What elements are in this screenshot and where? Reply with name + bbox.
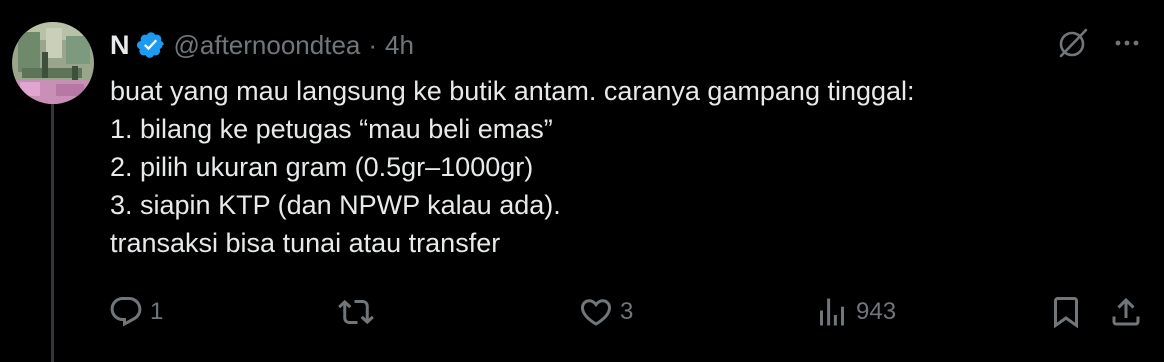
separator-dot: · xyxy=(368,29,378,60)
bookmark-button[interactable] xyxy=(1048,290,1084,334)
tweet-text-line: 3. siapin KTP (dan NPWP kalau ada). xyxy=(110,190,561,220)
share-button[interactable] xyxy=(1108,290,1144,334)
reply-icon xyxy=(110,297,142,327)
tweet-text-line: 1. bilang ke petugas “mau beli emas” xyxy=(110,114,553,144)
author-handle[interactable]: @afternoondtea xyxy=(174,30,361,61)
heart-icon xyxy=(580,299,612,326)
more-icon[interactable] xyxy=(1112,28,1142,63)
like-count: 3 xyxy=(620,298,634,325)
views-button[interactable]: 943 xyxy=(814,290,896,334)
tweet-top-actions xyxy=(1056,26,1142,64)
reply-count: 1 xyxy=(150,298,164,325)
verified-badge-icon[interactable] xyxy=(136,30,166,60)
avatar-image xyxy=(12,22,94,104)
thread-connector-line xyxy=(51,104,54,362)
tweet-header: N @afternoondtea · 4h xyxy=(110,26,414,64)
avatar[interactable] xyxy=(12,22,94,104)
like-button[interactable]: 3 xyxy=(578,290,633,334)
tweet-text: buat yang mau langsung ke butik antam. c… xyxy=(110,72,1130,262)
grok-icon[interactable] xyxy=(1056,26,1090,65)
retweet-button[interactable] xyxy=(338,290,380,334)
bookmark-icon xyxy=(1054,297,1078,329)
reply-button[interactable]: 1 xyxy=(108,290,163,334)
tweet-text-line: transaksi bisa tunai atau transfer xyxy=(110,228,501,258)
views-icon xyxy=(820,298,844,326)
views-count: 943 xyxy=(856,298,897,325)
tweet-text-line: buat yang mau langsung ke butik antam. c… xyxy=(110,76,915,106)
tweet-action-bar: 1 3 943 xyxy=(108,290,1154,334)
tweet-text-line: 2. pilih ukuran gram (0.5gr–1000gr) xyxy=(110,152,534,182)
tweet-timestamp[interactable]: 4h xyxy=(385,30,414,61)
retweet-icon xyxy=(338,299,374,325)
share-icon xyxy=(1112,297,1140,326)
author-display-name[interactable]: N xyxy=(110,30,130,61)
